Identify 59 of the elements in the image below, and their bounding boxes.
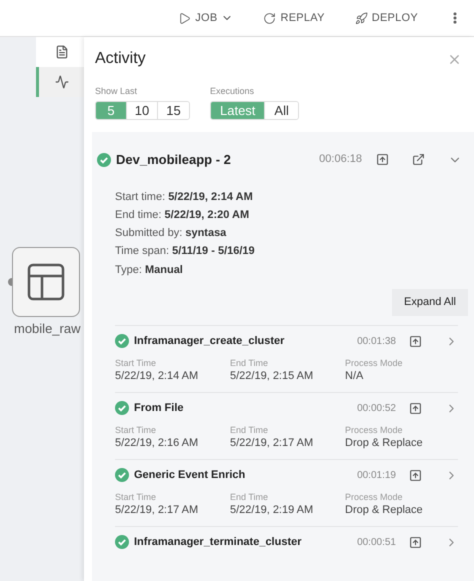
toolbar-button[interactable]: DEPLOY — [354, 10, 418, 26]
duration: 00:01:38 — [357, 334, 396, 349]
field-label: Start Time — [115, 490, 158, 503]
field-label: Process Mode — [345, 356, 404, 369]
panel-title: Activity — [95, 49, 146, 69]
pipeline-node[interactable] — [12, 247, 80, 317]
success-check-icon — [97, 152, 111, 166]
table-layout-icon — [27, 263, 65, 301]
expand-all-button[interactable]: Expand All — [392, 288, 468, 316]
detail-line: Time span: 5/11/19 - 5/16/19 — [115, 244, 256, 260]
success-check-icon — [115, 535, 129, 550]
upload-icon[interactable] — [409, 402, 422, 415]
duration: 00:06:18 — [319, 152, 362, 168]
field-label: End Time — [230, 356, 270, 369]
execution-name: Dev_mobileapp - 2 — [116, 150, 231, 169]
step-name: From File — [134, 401, 184, 416]
field-value: 5/22/19, 2:17 AM — [115, 502, 200, 518]
field-label: Start Time — [115, 356, 158, 369]
filter-label: Show Last — [95, 85, 138, 98]
step-name: Inframanager_terminate_cluster — [134, 535, 302, 550]
field-value: 5/22/19, 2:16 AM — [115, 436, 200, 451]
detail-line: Type: Manual — [115, 262, 184, 278]
play-icon — [178, 12, 192, 24]
field-label: End Time — [230, 424, 270, 436]
success-check-icon — [115, 401, 129, 416]
field-label: Start Time — [115, 424, 158, 436]
detail-line: End time: 5/22/19, 2:20 AM — [115, 208, 250, 223]
upload-icon[interactable] — [409, 468, 422, 482]
duration: 00:00:51 — [357, 536, 396, 550]
step-name: Generic Event Enrich — [134, 468, 246, 484]
field-value: Drop & Replace — [345, 436, 424, 451]
toolbar-button[interactable]: JOB — [178, 10, 234, 26]
refresh-icon — [263, 12, 276, 24]
field-value: 5/22/19, 2:14 AM — [115, 368, 200, 384]
duration: 00:01:19 — [357, 468, 396, 483]
field-label: Process Mode — [345, 490, 404, 503]
detail-line: Start time: 5/22/19, 2:14 AM — [115, 190, 254, 204]
field-value: 5/22/19, 2:15 AM — [230, 368, 314, 384]
field-value: Drop & Replace — [345, 502, 424, 518]
rocket-icon — [354, 12, 368, 24]
upload-icon[interactable] — [409, 536, 422, 549]
field-label: Process Mode — [345, 424, 404, 436]
node-label: mobile_raw — [14, 320, 82, 338]
field-value: N/A — [345, 368, 364, 384]
upload-icon[interactable] — [409, 334, 422, 348]
field-label: End Time — [230, 490, 270, 503]
success-check-icon — [115, 468, 129, 482]
upload-icon[interactable] — [376, 153, 389, 166]
duration: 00:00:52 — [357, 402, 396, 416]
external-link-icon[interactable] — [412, 153, 425, 166]
document-icon — [54, 45, 68, 59]
field-value: 5/22/19, 2:19 AM — [230, 502, 314, 518]
pulse-icon — [54, 75, 68, 89]
field-value: 5/22/19, 2:17 AM — [230, 436, 314, 451]
detail-line: Submitted by: syntasa — [115, 226, 228, 242]
toolbar-button[interactable]: REPLAY — [263, 10, 325, 26]
success-check-icon — [115, 334, 129, 348]
step-name: Inframanager_create_cluster — [134, 334, 284, 350]
filter-label: Executions — [210, 85, 256, 98]
